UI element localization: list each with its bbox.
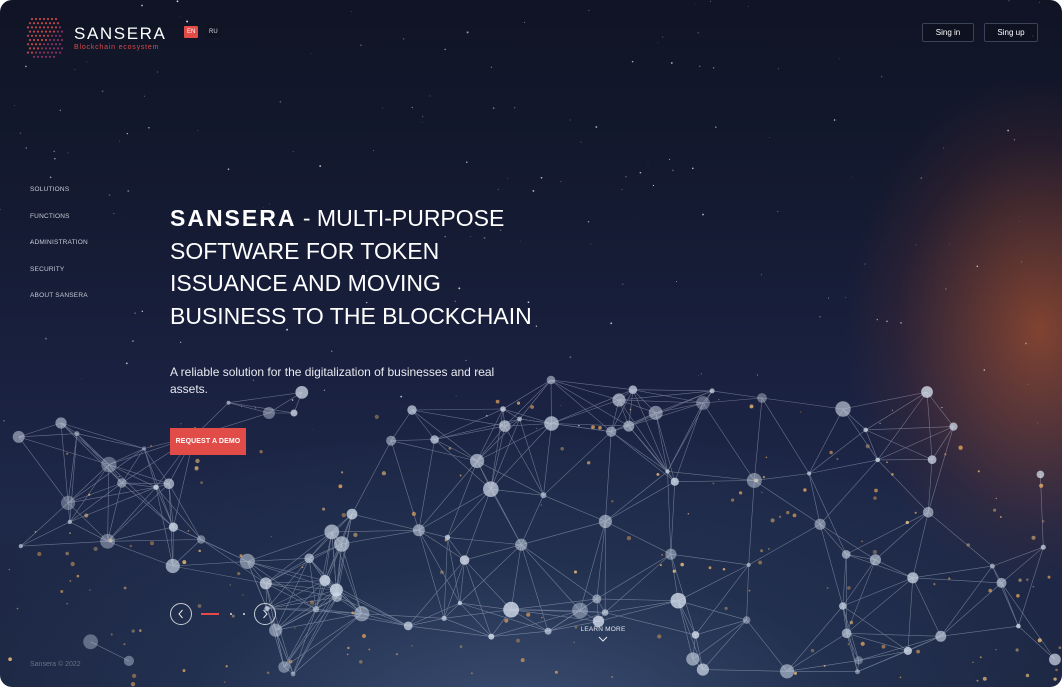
hero-headline: SANSERA - MULTI-PURPOSE SOFTWARE FOR TOK…	[170, 202, 550, 332]
hero-separator: -	[296, 205, 317, 231]
request-demo-button[interactable]: REQUEST A DEMO	[170, 428, 246, 455]
blockchain-network-graphic	[8, 375, 1062, 687]
chevron-left-icon	[178, 609, 183, 619]
language-ru-button[interactable]: RU	[206, 26, 221, 38]
sign-in-button[interactable]: Sing in	[922, 23, 974, 42]
learn-more-label: LEARN MORE	[580, 626, 626, 633]
hero-background: SANSERA Blockchain ecosystem EN RU Sing …	[0, 0, 1062, 687]
chevron-right-icon	[263, 609, 268, 619]
nav-item-administration[interactable]: ADMINISTRATION	[30, 239, 88, 266]
hero-brand: SANSERA	[170, 205, 297, 231]
side-navigation: SOLUTIONS FUNCTIONS ADMINISTRATION SECUR…	[30, 186, 88, 319]
slider-dot[interactable]	[243, 613, 245, 615]
nav-item-about[interactable]: ABOUT SANSERA	[30, 292, 88, 319]
hero-title-line4: BUSINESS TO THE BLOCKCHAIN	[170, 302, 532, 329]
hero-title: SANSERA - MULTI-PURPOSE SOFTWARE FOR TOK…	[170, 202, 550, 332]
nav-item-functions[interactable]: FUNCTIONS	[30, 213, 88, 240]
brand-name: SANSERA	[74, 23, 167, 43]
learn-more-link[interactable]: LEARN MORE	[580, 626, 626, 642]
chevron-down-icon	[598, 636, 608, 642]
brand-text: SANSERA Blockchain ecosystem	[74, 23, 167, 52]
nav-item-security[interactable]: SECURITY	[30, 266, 88, 293]
sansera-logo-icon	[26, 17, 64, 58]
copyright-text: Sansera © 2022	[30, 661, 81, 668]
brand-tagline: Blockchain ecosystem	[74, 43, 160, 51]
slider-prev-button[interactable]	[170, 603, 192, 625]
brand-logo[interactable]: SANSERA Blockchain ecosystem	[24, 16, 166, 60]
slider-next-button[interactable]	[254, 603, 276, 625]
hero-title-line3: ISSUANCE AND MOVING	[170, 270, 441, 296]
nav-item-solutions[interactable]: SOLUTIONS	[30, 186, 88, 213]
slider-dot-active[interactable]	[201, 613, 219, 615]
language-en-button[interactable]: EN	[184, 26, 199, 38]
hero-title-line2: SOFTWARE FOR TOKEN	[170, 237, 440, 264]
hero-title-line1: MULTI-PURPOSE	[316, 205, 505, 231]
hero-subtitle: A reliable solution for the digitalizati…	[170, 365, 495, 396]
sign-up-button[interactable]: Sing up	[984, 23, 1038, 42]
slider-dot[interactable]	[230, 613, 232, 615]
